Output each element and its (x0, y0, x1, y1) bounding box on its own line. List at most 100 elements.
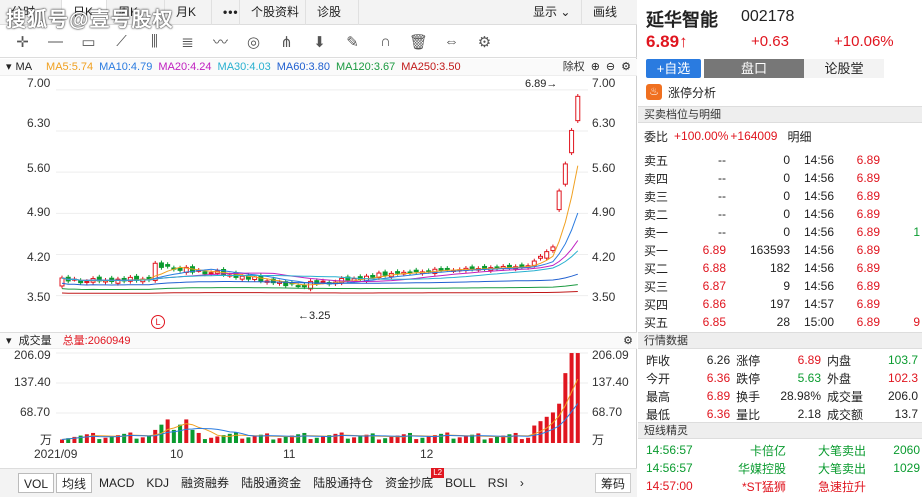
sprite-stock: 华媒控股 (737, 461, 786, 476)
quote-label: 涨停 (736, 353, 761, 368)
level-label: 卖五 (644, 153, 669, 168)
more-indicators-button[interactable]: › (515, 473, 529, 493)
more-tabs-button[interactable]: ••• (212, 0, 240, 25)
tab-macd[interactable]: MACD (94, 473, 139, 493)
wave-icon[interactable]: 〰 (204, 29, 237, 55)
tab-ma[interactable]: 均线 (56, 473, 93, 493)
buy-row[interactable]: 买四 6.86 197 14:57 6.89 (642, 295, 922, 313)
tab-stock-profile[interactable]: 个股资料 (240, 0, 306, 25)
volume-bar (103, 437, 108, 443)
add-watchlist-button[interactable]: +自选 (646, 59, 701, 78)
tab-diagnosis[interactable]: 诊股 (306, 0, 359, 25)
limit-analysis-row[interactable]: ♨ 涨停分析 (646, 82, 716, 102)
x-label-1: 10 (170, 447, 184, 461)
sprite-row[interactable]: 14:57:00 *ST猛狮 急速拉升 (644, 477, 922, 495)
buy-row[interactable]: 买五 6.85 28 15:00 6.89 9 (642, 313, 922, 331)
tick-time: 14:56 (804, 153, 835, 167)
volume-bar (463, 436, 468, 443)
draw-line-button[interactable]: 画线 (582, 0, 637, 25)
candle-body (562, 163, 568, 185)
sprite-row[interactable]: 14:56:57 卡倍亿 大笔卖出 2060 (644, 441, 922, 459)
chip-distribution-button[interactable]: 筹码 (594, 473, 631, 493)
display-dropdown[interactable]: 显示 ⌄ (522, 0, 582, 25)
add-icon[interactable]: ⊕ (591, 59, 600, 75)
sell-row[interactable]: 卖一 -- 0 14:56 6.89 1 (642, 223, 922, 241)
volume-bar (140, 437, 145, 443)
tick-volume (882, 187, 922, 205)
sprite-stock: *ST猛狮 (741, 479, 786, 494)
collapse-icon[interactable]: ▾ (6, 59, 12, 75)
orderbook-title: 买卖档位与明细 (638, 106, 922, 123)
price-axis-right-4: 4.20 (592, 250, 616, 264)
magnet-icon[interactable]: ∩ (369, 29, 402, 55)
tab-kdj[interactable]: KDJ (141, 473, 174, 493)
tab-boll[interactable]: BOLL (440, 473, 481, 493)
gann-icon[interactable]: ⫼ (138, 29, 171, 55)
fib-icon[interactable]: ≣ (171, 29, 204, 55)
buy-row[interactable]: 买三 6.87 9 14:56 6.89 (642, 277, 922, 295)
buy-row[interactable]: 买一 6.89 163593 14:56 6.89 (642, 241, 922, 259)
ex-rights-dropdown[interactable]: 除权 (563, 59, 585, 75)
price-axis-left-2: 5.60 (27, 161, 51, 175)
quote-label: 跌停 (736, 371, 761, 386)
crosshair-icon[interactable]: ✛ (6, 29, 39, 55)
level-label: 卖一 (644, 225, 669, 240)
tab-panel[interactable]: 盘口 (704, 59, 804, 78)
quote-value: 103.7 (887, 353, 918, 367)
rect-icon[interactable]: ▭ (72, 29, 105, 55)
tick-price: 6.89 (856, 261, 880, 275)
tab-margin[interactable]: 融资融券 (176, 473, 234, 493)
price-chart[interactable] (0, 77, 637, 332)
tab-hk-holding[interactable]: 陆股通持仓 (308, 473, 378, 493)
sell-row[interactable]: 卖五 -- 0 14:56 6.89 (642, 151, 922, 169)
expand-icon[interactable]: ⇔ (435, 29, 468, 55)
sell-row[interactable]: 卖三 -- 0 14:56 6.89 (642, 187, 922, 205)
tick-time: 14:56 (804, 243, 835, 257)
volume-bar (190, 429, 195, 443)
sell-row[interactable]: 卖四 -- 0 14:56 6.89 (642, 169, 922, 187)
fan-icon[interactable]: ⟋ (105, 29, 138, 55)
tab-hk-capital[interactable]: 陆股通资金 (236, 473, 306, 493)
x-label-0: 2021/09 (34, 447, 78, 461)
tick-time: 14:56 (804, 261, 835, 275)
tick-volume (882, 241, 922, 259)
cycle-icon[interactable]: ◎ (237, 29, 270, 55)
volume-bar (401, 434, 406, 443)
level-price: 6.85 (702, 315, 726, 329)
gear-icon[interactable]: ⚙ (621, 59, 631, 75)
candle-body (177, 267, 183, 271)
buy-row[interactable]: 买二 6.88 182 14:56 6.89 (642, 259, 922, 277)
quote-value: 6.36 (706, 407, 731, 421)
sell-row[interactable]: 卖二 -- 0 14:56 6.89 (642, 205, 922, 223)
volume-bar (495, 436, 499, 443)
eraser-icon[interactable]: ✎ (336, 29, 369, 55)
sprite-time: 14:56:57 (646, 443, 693, 457)
collapse-icon[interactable]: ▾ (6, 335, 12, 347)
arrow-down-icon[interactable]: ⬇ (303, 29, 336, 55)
minus-icon[interactable]: ⊖ (606, 59, 615, 75)
tick-price: 6.89 (856, 207, 880, 221)
fire-icon: ♨ (646, 84, 662, 100)
volume-bar (308, 439, 313, 443)
tab-vol[interactable]: VOL (18, 473, 55, 493)
volume-bar (414, 439, 419, 443)
trash-icon[interactable]: 🗑 (402, 29, 435, 55)
pitchfork-icon[interactable]: ⋔ (270, 29, 303, 55)
quote-value: 5.63 (797, 371, 822, 385)
volume-chart[interactable] (0, 350, 637, 445)
sprite-type: 大笔卖出 (817, 461, 866, 476)
volume-bar (339, 432, 344, 443)
volume-bar (519, 439, 524, 443)
candle-body (438, 268, 444, 271)
tab-bottom-fund[interactable]: 资金抄底 L2 (380, 468, 445, 493)
quote-value: 6.36 (706, 371, 731, 385)
sprite-row[interactable]: 14:56:57 华媒控股 大笔卖出 1029 (644, 459, 922, 477)
volume-bar (234, 432, 238, 443)
candle-body (469, 266, 475, 270)
stock-header: 延华智能 002178 6.89↑ +0.63 +10.06% (638, 0, 922, 58)
tab-rsi[interactable]: RSI (483, 473, 513, 493)
settings-icon[interactable]: ⚙ (468, 29, 501, 55)
ma10-value: MA10:4.79 (99, 61, 153, 73)
line-icon[interactable]: — (39, 29, 72, 55)
tab-forum[interactable]: 论股堂 (804, 59, 884, 78)
